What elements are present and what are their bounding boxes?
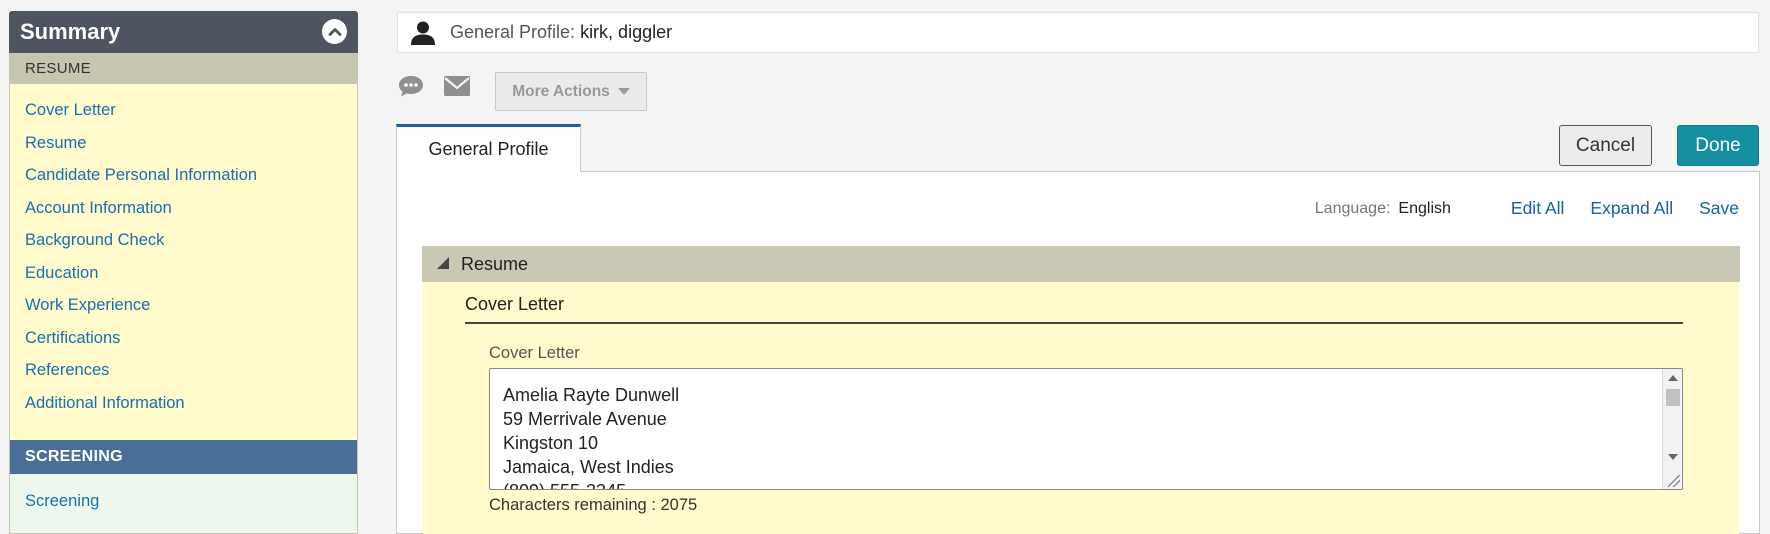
sidebar-item-education[interactable]: Education [25, 263, 357, 296]
sidebar-section-resume: RESUME [10, 53, 357, 84]
profile-panel: Language: English Edit All Expand All Sa… [396, 171, 1760, 534]
edit-all-link[interactable]: Edit All [1511, 198, 1565, 219]
cover-letter-content: Amelia Rayte Dunwell 59 Merrivale Avenue… [503, 383, 680, 489]
characters-remaining: Characters remaining : 2075 [489, 496, 698, 514]
textarea-line: Kingston 10 [503, 433, 599, 453]
collapse-triangle-icon [437, 257, 449, 269]
caret-down-icon [617, 88, 630, 95]
sidebar-item-resume[interactable]: Resume [25, 133, 357, 166]
language-label: Language: [1314, 199, 1391, 217]
sidebar-screening-area: Screening [10, 474, 357, 533]
textarea-line: 59 Merrivale Avenue [503, 409, 667, 429]
sidebar-body: RESUME Cover Letter Resume Candidate Per… [9, 53, 358, 534]
collapse-icon[interactable] [322, 19, 347, 44]
sidebar-item-references[interactable]: References [25, 360, 357, 393]
sidebar-item-screening[interactable]: Screening [25, 492, 99, 511]
sidebar-item-cover-letter[interactable]: Cover Letter [25, 100, 357, 133]
scroll-thumb[interactable] [1666, 389, 1680, 406]
textarea-line: (809) 555-3345 [503, 479, 679, 489]
person-icon [411, 21, 435, 45]
expand-all-link[interactable]: Expand All [1590, 198, 1673, 219]
panel-toolbar: Language: English Edit All Expand All Sa… [1315, 198, 1739, 219]
profile-header: General Profile: kirk, diggler [397, 12, 1759, 53]
tab-general-profile[interactable]: General Profile [396, 124, 581, 172]
email-icon[interactable] [443, 72, 471, 100]
comment-icon[interactable] [397, 72, 425, 100]
scroll-up-icon[interactable] [1668, 375, 1678, 381]
cover-letter-field-label: Cover Letter [489, 344, 580, 362]
scroll-down-icon[interactable] [1668, 454, 1678, 460]
sidebar-title: Summary [20, 19, 121, 44]
sidebar-item-certifications[interactable]: Certifications [25, 328, 357, 361]
sidebar-item-candidate-personal-information[interactable]: Candidate Personal Information [25, 165, 357, 198]
cover-letter-heading: Cover Letter [465, 294, 565, 314]
sidebar-header: Summary [9, 11, 358, 53]
sidebar-item-account-information[interactable]: Account Information [25, 198, 357, 231]
profile-label: General Profile: [450, 22, 576, 42]
more-actions-label: More Actions [512, 82, 610, 100]
cover-letter-textarea[interactable]: Amelia Rayte Dunwell 59 Merrivale Avenue… [489, 368, 1683, 490]
sidebar-resume-list: Cover Letter Resume Candidate Personal I… [10, 84, 357, 425]
sidebar-item-work-experience[interactable]: Work Experience [25, 295, 357, 328]
action-bar: More Actions [397, 72, 647, 111]
resize-grip-icon[interactable] [1668, 475, 1680, 487]
save-link[interactable]: Save [1699, 198, 1739, 219]
textarea-line: Amelia Rayte Dunwell [503, 385, 680, 405]
textarea-line: Jamaica, West Indies [503, 457, 674, 477]
more-actions-button[interactable]: More Actions [495, 72, 647, 111]
summary-sidebar: Summary RESUME Cover Letter Resume Candi… [9, 11, 358, 534]
language-value: English [1398, 199, 1451, 217]
profile-name: kirk, diggler [580, 22, 673, 42]
done-button[interactable]: Done [1677, 125, 1759, 166]
resume-section-title: Resume [461, 253, 529, 274]
sidebar-item-additional-information[interactable]: Additional Information [25, 393, 357, 426]
resume-section-header[interactable]: Resume [422, 246, 1740, 282]
textarea-scrollbar[interactable] [1662, 369, 1682, 489]
sidebar-item-background-check[interactable]: Background Check [25, 230, 357, 263]
cancel-button[interactable]: Cancel [1559, 125, 1652, 166]
divider [465, 322, 1683, 324]
sidebar-section-screening: SCREENING [10, 440, 357, 474]
resume-section-body: Cover Letter Cover Letter Amelia Rayte D… [423, 282, 1739, 534]
